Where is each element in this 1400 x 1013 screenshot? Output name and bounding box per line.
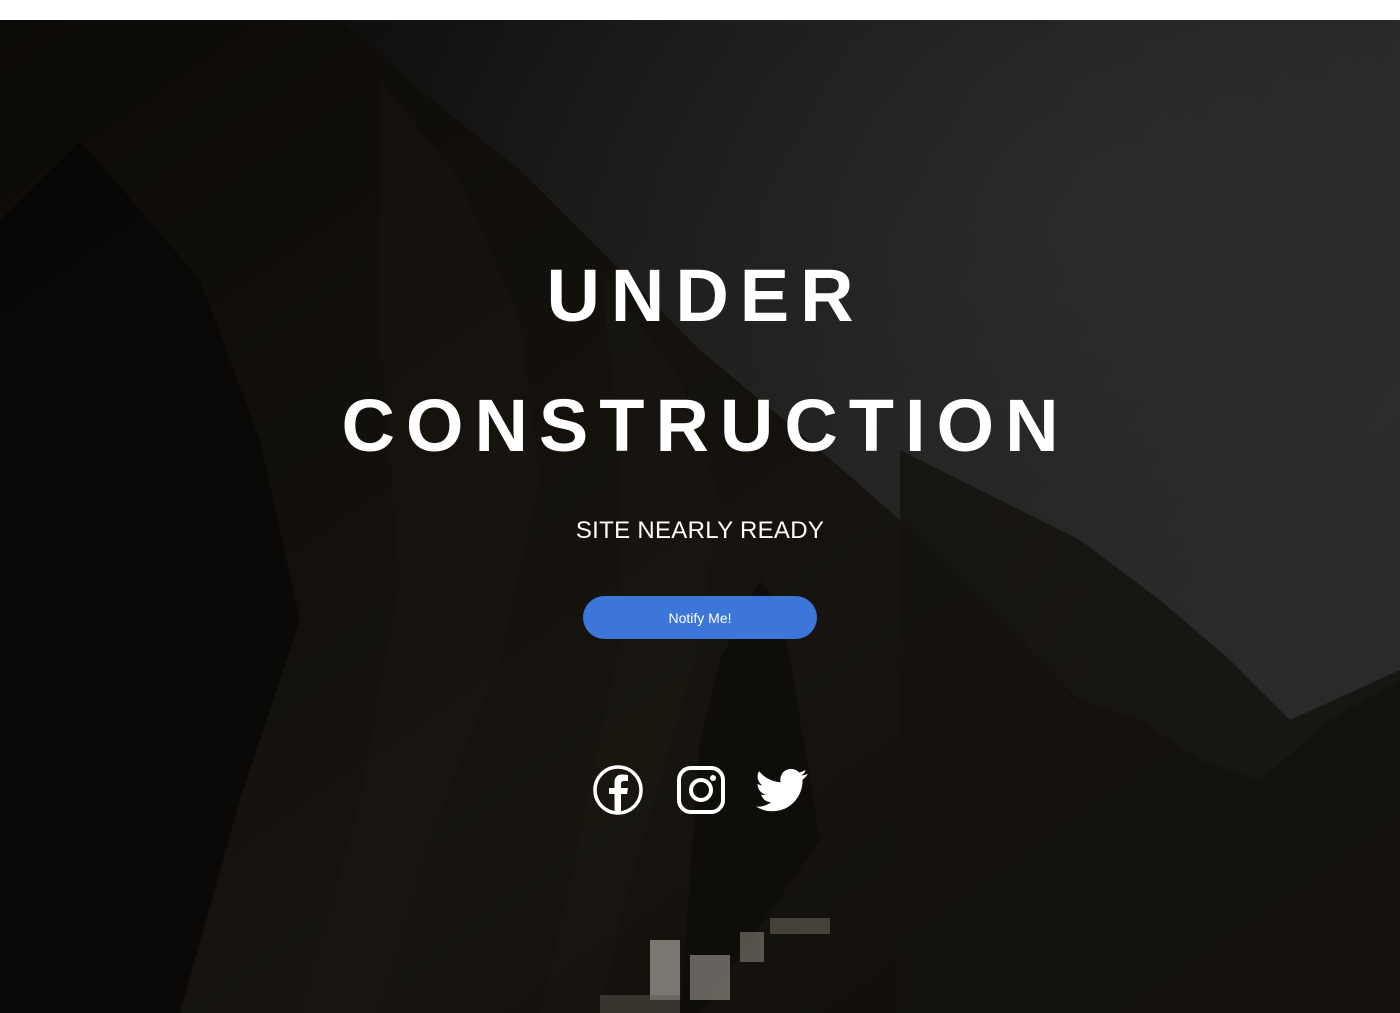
page-title-line-1: UNDER bbox=[546, 254, 865, 337]
top-blank-strip bbox=[0, 0, 1400, 20]
hero-section: UNDER CONSTRUCTION SITE NEARLY READY Not… bbox=[0, 20, 1400, 1013]
notify-me-button[interactable]: Notify Me! bbox=[583, 596, 817, 639]
instagram-icon bbox=[677, 766, 725, 814]
facebook-link[interactable] bbox=[592, 764, 644, 816]
twitter-icon bbox=[756, 768, 808, 812]
facebook-icon bbox=[593, 765, 643, 815]
instagram-link[interactable] bbox=[675, 764, 727, 816]
social-links bbox=[0, 764, 1400, 816]
hero-content: UNDER CONSTRUCTION SITE NEARLY READY Not… bbox=[0, 20, 1400, 1013]
page-subtitle: SITE NEARLY READY bbox=[575, 517, 825, 544]
page-title-line-2: CONSTRUCTION bbox=[341, 384, 1070, 467]
twitter-link[interactable] bbox=[756, 764, 808, 816]
